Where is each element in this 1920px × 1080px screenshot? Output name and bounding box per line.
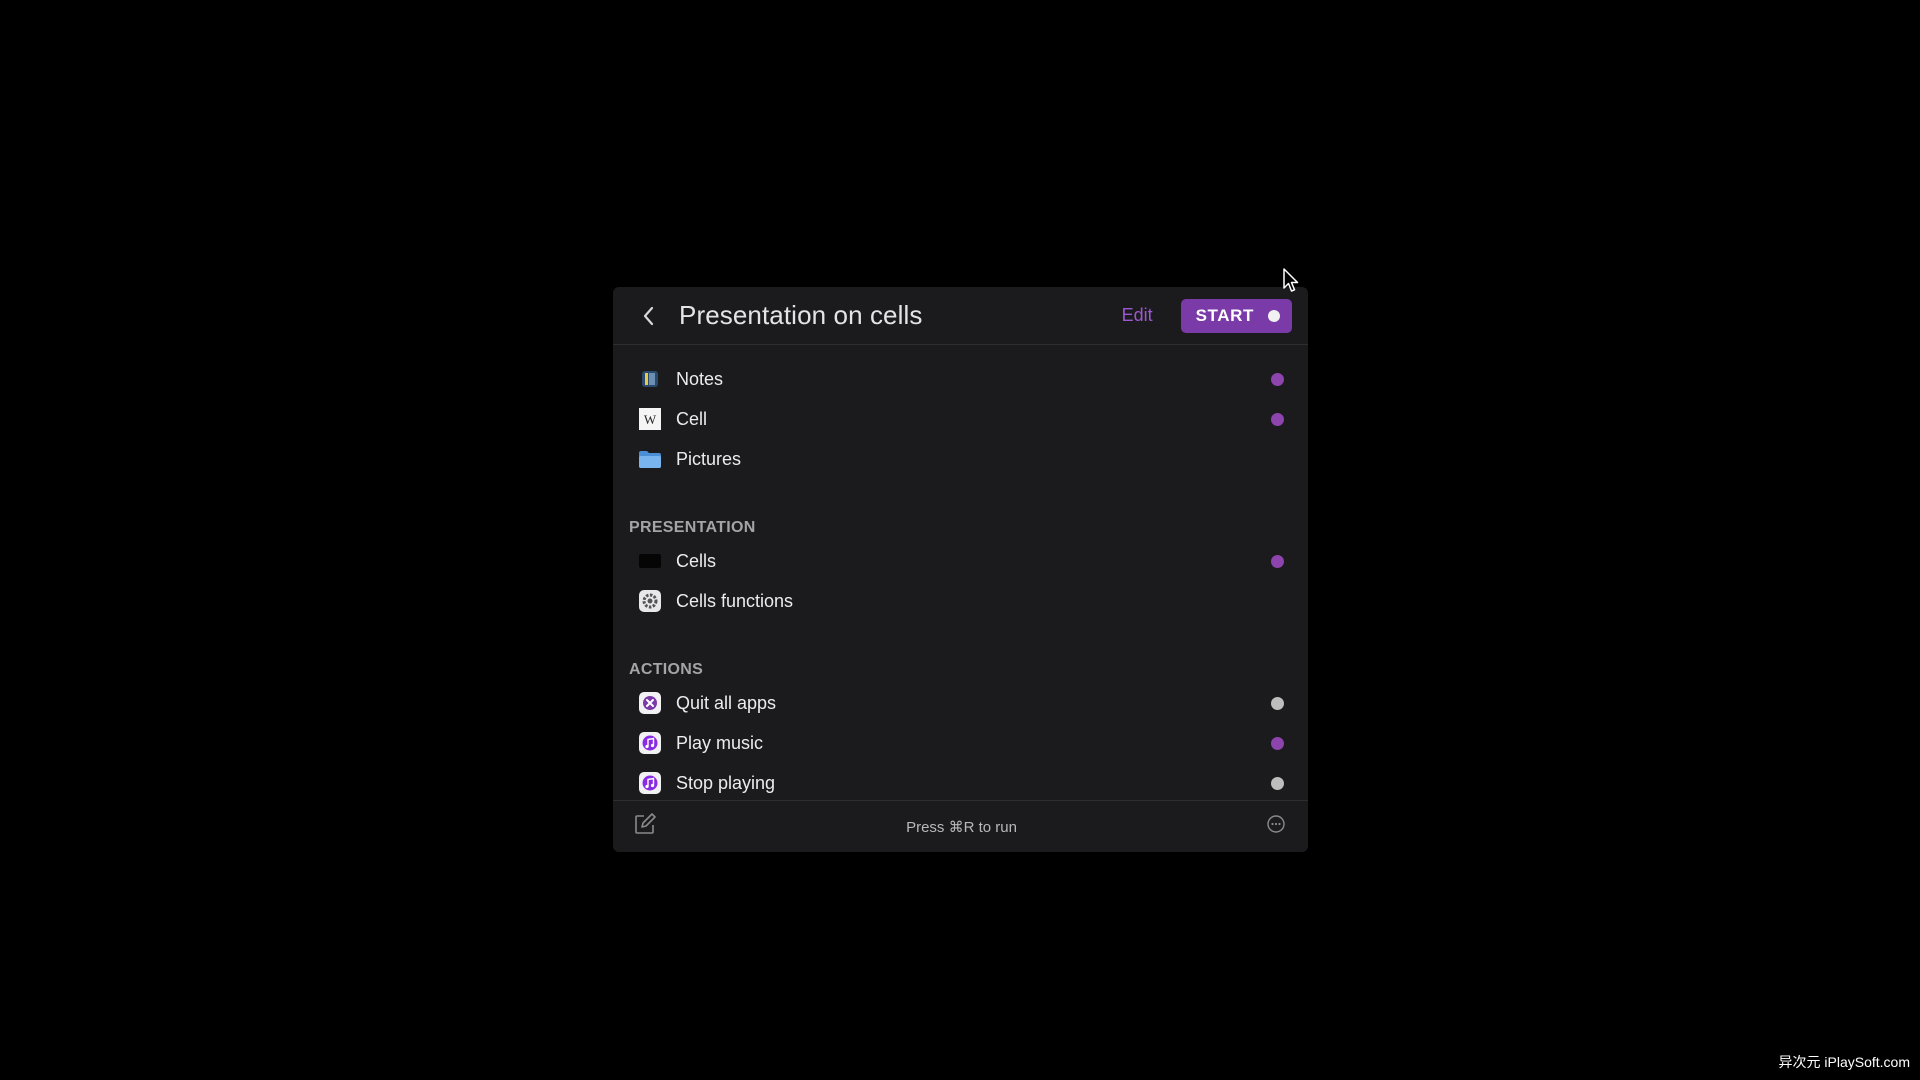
list-item-label: Notes bbox=[676, 368, 724, 389]
status-dot bbox=[1271, 554, 1284, 568]
run-hint: Press ⌘R to run bbox=[906, 818, 1017, 836]
list-item-label: Cell bbox=[676, 408, 708, 429]
list-item-cell[interactable]: W Cell bbox=[613, 399, 1308, 439]
list-item-quit-all-apps[interactable]: Quit all apps bbox=[613, 683, 1308, 723]
list-item-label: Play music bbox=[676, 732, 764, 753]
wikipedia-icon: W bbox=[638, 407, 662, 431]
section-header-presentation: PRESENTATION bbox=[629, 519, 756, 536]
start-indicator bbox=[1268, 309, 1280, 322]
gear-icon bbox=[638, 589, 662, 613]
panel-footer: Press ⌘R to run bbox=[613, 800, 1308, 852]
list-item-label: Pictures bbox=[676, 448, 742, 469]
status-dot bbox=[1271, 776, 1284, 790]
watermark: 异次元 iPlaySoft.com bbox=[1778, 1054, 1910, 1070]
chevron-left-icon bbox=[643, 306, 654, 325]
list-item-cells-functions[interactable]: Cells functions bbox=[613, 581, 1308, 621]
more-icon bbox=[1267, 815, 1285, 833]
section-header-actions: ACTIONS bbox=[629, 661, 704, 678]
start-label: START bbox=[1195, 305, 1254, 325]
compose-button[interactable] bbox=[633, 812, 657, 841]
edit-button[interactable]: Edit bbox=[1122, 305, 1153, 326]
notes-icon bbox=[638, 367, 662, 391]
list-item-stop-playing[interactable]: Stop playing bbox=[613, 763, 1308, 803]
start-button[interactable]: START bbox=[1180, 298, 1292, 333]
item-list: Notes W Cell Pictures PRESENTATION Cells bbox=[613, 345, 1308, 803]
music-icon bbox=[638, 731, 662, 755]
folder-icon bbox=[638, 447, 662, 471]
status-dot bbox=[1271, 696, 1284, 710]
list-item-label: Cells functions bbox=[676, 590, 794, 611]
panel-header: Presentation on cells Edit START bbox=[613, 287, 1308, 345]
page-title: Presentation on cells bbox=[679, 300, 923, 330]
list-item-label: Cells bbox=[676, 550, 717, 571]
quit-icon bbox=[638, 691, 662, 715]
list-item-play-music[interactable]: Play music bbox=[613, 723, 1308, 763]
shortcut-panel: Presentation on cells Edit START Notes W… bbox=[613, 287, 1308, 852]
status-dot bbox=[1271, 412, 1284, 426]
music-icon bbox=[638, 771, 662, 795]
list-item-label: Quit all apps bbox=[676, 692, 777, 713]
mouse-cursor-icon bbox=[1283, 268, 1299, 292]
back-button[interactable] bbox=[637, 304, 661, 328]
list-item-notes[interactable]: Notes bbox=[613, 359, 1308, 399]
list-item-cells[interactable]: Cells bbox=[613, 541, 1308, 581]
more-button[interactable] bbox=[1266, 814, 1286, 839]
status-dot bbox=[1271, 736, 1284, 750]
compose-icon bbox=[635, 813, 656, 834]
svg-text:W: W bbox=[644, 412, 657, 427]
list-item-pictures[interactable]: Pictures bbox=[613, 439, 1308, 479]
document-icon bbox=[638, 549, 662, 573]
list-item-label: Stop playing bbox=[676, 772, 776, 793]
status-dot bbox=[1271, 372, 1284, 386]
